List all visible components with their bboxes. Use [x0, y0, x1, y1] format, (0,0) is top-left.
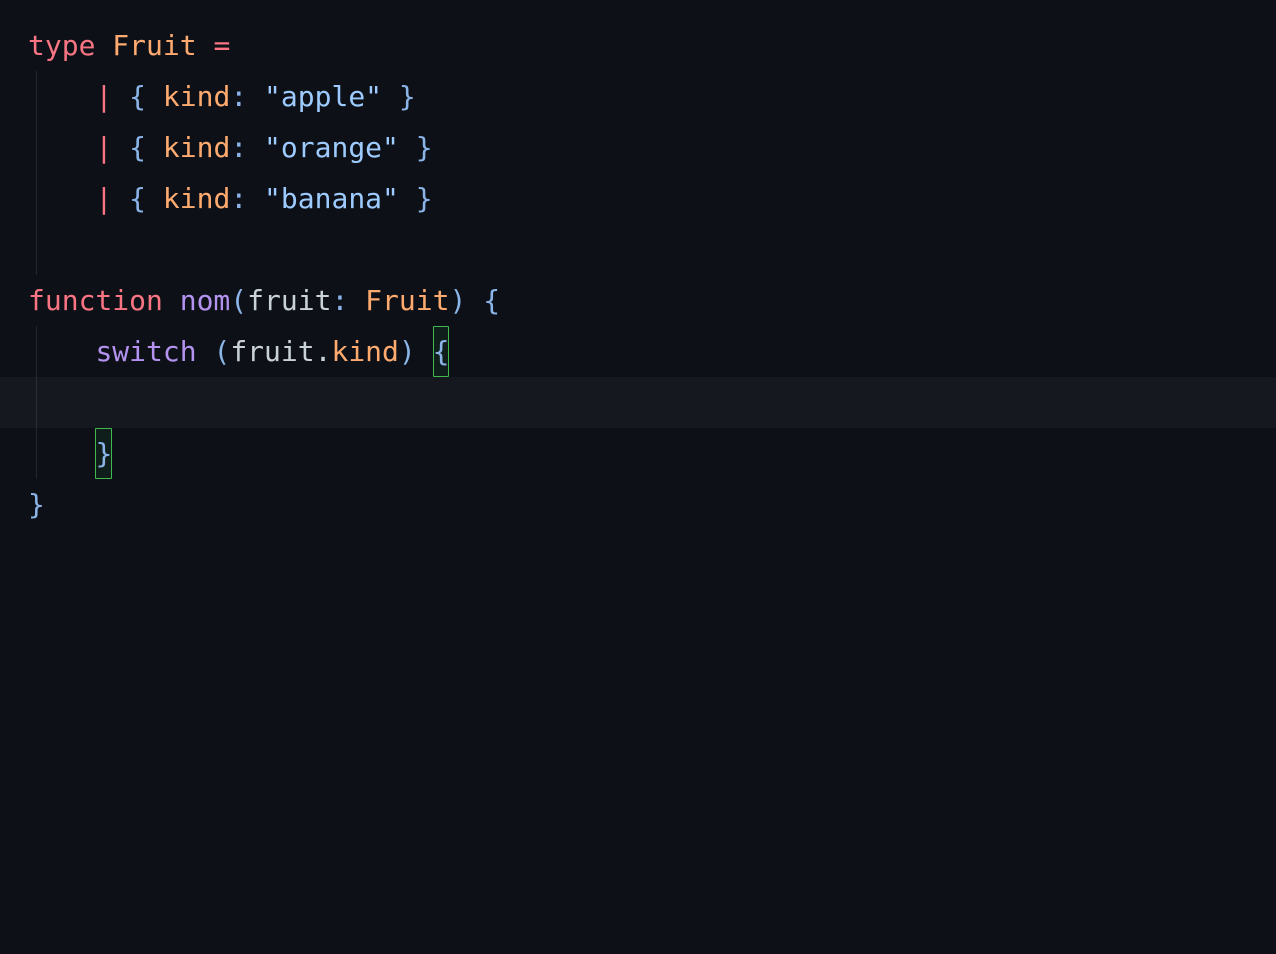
code-line[interactable]: [0, 224, 1276, 275]
operator-pipe: |: [95, 182, 112, 215]
code-line[interactable]: | { kind: "orange" }: [0, 122, 1276, 173]
keyword-type: type: [28, 29, 95, 62]
brace-open: {: [129, 131, 146, 164]
brace-open-matched: {: [433, 326, 450, 377]
brace-open: {: [129, 182, 146, 215]
brace-close: }: [399, 80, 416, 113]
brace-close: }: [416, 182, 433, 215]
operator-pipe: |: [95, 80, 112, 113]
code-line[interactable]: | { kind: "apple" }: [0, 71, 1276, 122]
keyword-function: function: [28, 284, 163, 317]
code-editor[interactable]: type Fruit = | { kind: "apple" } | { kin…: [0, 0, 1276, 530]
colon: :: [230, 80, 247, 113]
type-identifier: Fruit: [365, 284, 449, 317]
paren-open: (: [213, 335, 230, 368]
brace-open: {: [129, 80, 146, 113]
brace-close: }: [416, 131, 433, 164]
paren-close: ): [449, 284, 466, 317]
code-line-current[interactable]: [0, 377, 1276, 428]
brace-close-matched: }: [95, 428, 112, 479]
code-line[interactable]: type Fruit =: [0, 20, 1276, 71]
property-kind: kind: [163, 182, 230, 215]
property-kind: kind: [163, 131, 230, 164]
operator-equals: =: [213, 29, 230, 62]
code-line[interactable]: function nom(fruit: Fruit) {: [0, 275, 1276, 326]
code-line[interactable]: | { kind: "banana" }: [0, 173, 1276, 224]
string-literal: "orange": [264, 131, 399, 164]
property-kind: kind: [331, 335, 398, 368]
string-literal: "apple": [264, 80, 382, 113]
string-literal: "banana": [264, 182, 399, 215]
colon: :: [230, 182, 247, 215]
paren-open: (: [230, 284, 247, 317]
keyword-switch: switch: [95, 335, 196, 368]
property-kind: kind: [163, 80, 230, 113]
operator-pipe: |: [95, 131, 112, 164]
brace-close: }: [28, 488, 45, 521]
code-line[interactable]: switch (fruit.kind) {: [0, 326, 1276, 377]
type-identifier: Fruit: [112, 29, 196, 62]
code-line[interactable]: }: [0, 428, 1276, 479]
identifier: fruit: [230, 335, 314, 368]
dot: .: [315, 335, 332, 368]
parameter-name: fruit: [247, 284, 331, 317]
colon: :: [331, 284, 348, 317]
brace-open: {: [483, 284, 500, 317]
function-name: nom: [180, 284, 231, 317]
colon: :: [230, 131, 247, 164]
code-line[interactable]: }: [0, 479, 1276, 530]
paren-close: ): [399, 335, 416, 368]
